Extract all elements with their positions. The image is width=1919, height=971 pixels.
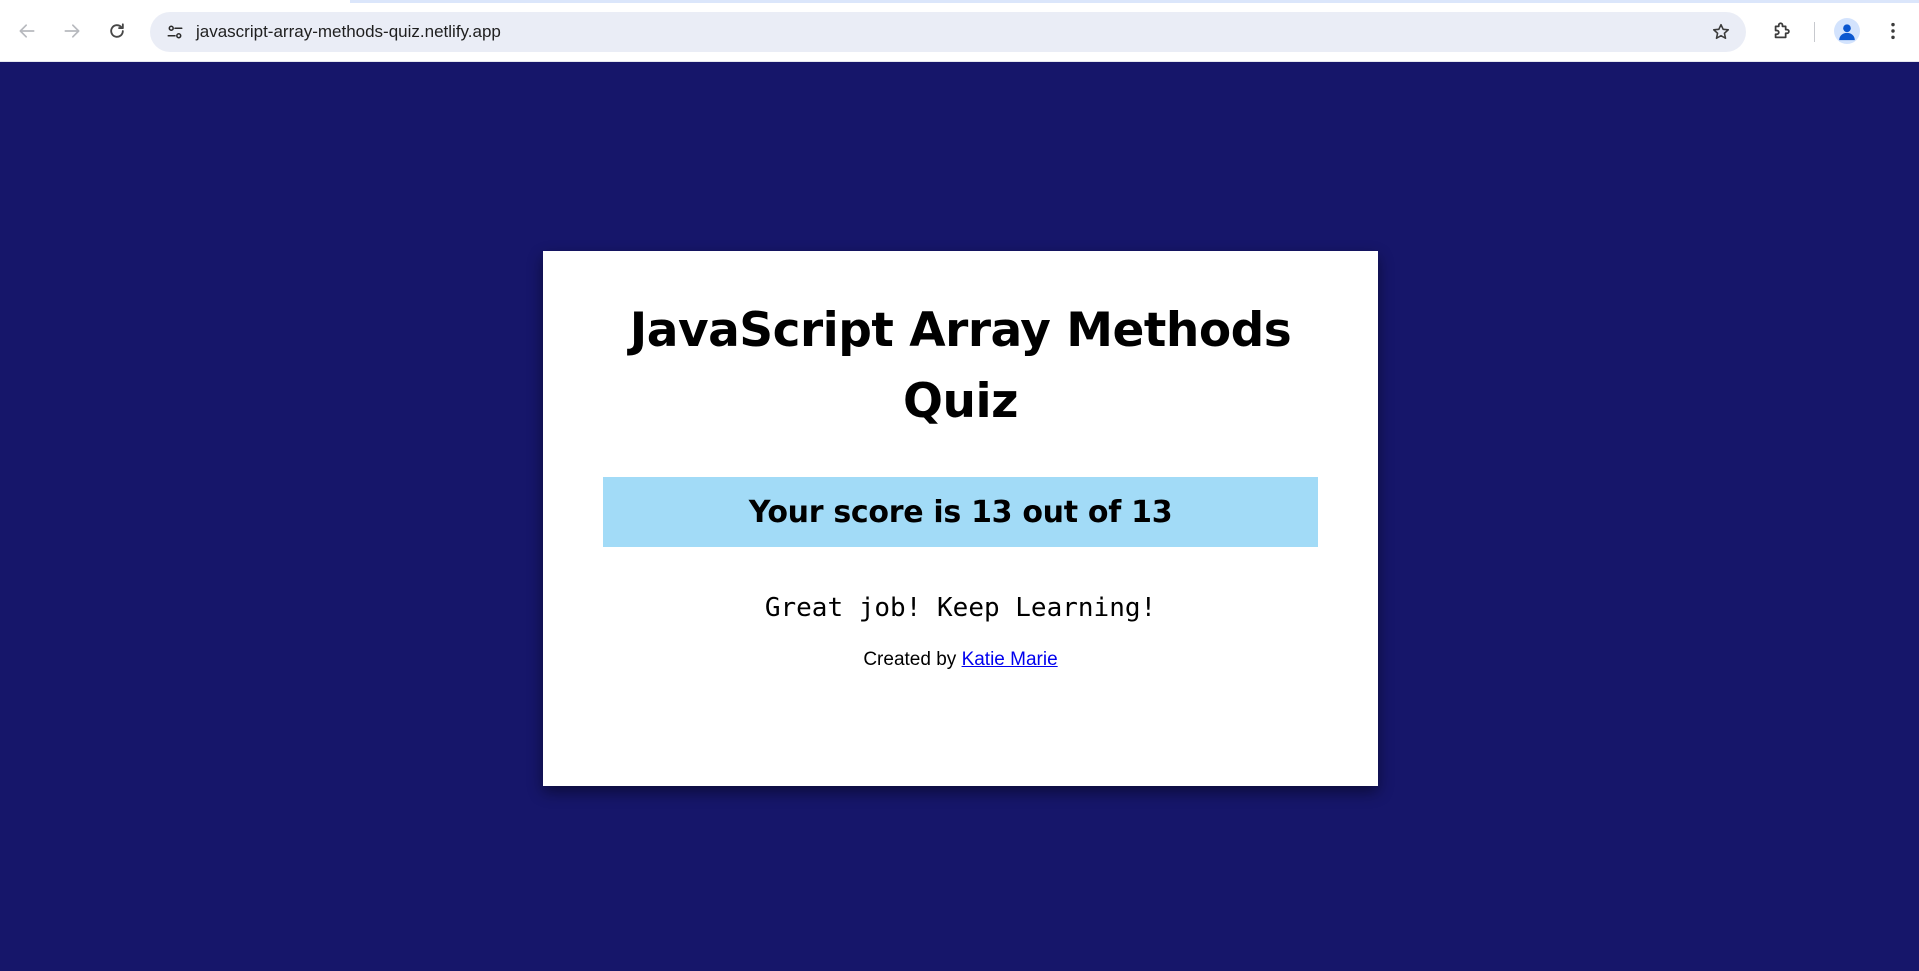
page-background: JavaScript Array Methods Quiz Your score… (0, 62, 1919, 971)
arrow-left-icon (17, 21, 37, 41)
bookmark-button[interactable] (1706, 17, 1736, 47)
extensions-button[interactable] (1765, 14, 1799, 48)
author-link[interactable]: Katie Marie (962, 649, 1058, 670)
tab-strip (0, 0, 1919, 3)
quiz-card: JavaScript Array Methods Quiz Your score… (543, 251, 1378, 786)
back-button[interactable] (10, 14, 44, 48)
browser-toolbar: javascript-array-methods-quiz.netlify.ap… (0, 0, 1919, 62)
score-banner: Your score is 13 out of 13 (603, 477, 1318, 547)
avatar-icon (1834, 18, 1860, 44)
puzzle-icon (1771, 20, 1793, 42)
quiz-title: JavaScript Array Methods Quiz (629, 303, 1292, 429)
tune-icon (166, 23, 184, 41)
forward-button[interactable] (55, 14, 89, 48)
credit-line: Created by Katie Marie (603, 649, 1318, 671)
url-text[interactable]: javascript-array-methods-quiz.netlify.ap… (196, 12, 501, 52)
credit-prefix: Created by (863, 649, 957, 670)
star-icon (1711, 22, 1731, 42)
address-bar[interactable]: javascript-array-methods-quiz.netlify.ap… (150, 12, 1746, 52)
score-text: Your score is 13 out of 13 (748, 494, 1173, 530)
reload-button[interactable] (100, 14, 134, 48)
profile-button[interactable] (1830, 14, 1864, 48)
arrow-right-icon (62, 21, 82, 41)
encouragement-message: Great job! Keep Learning! (764, 593, 1157, 623)
active-tab-edge (0, 0, 350, 3)
reload-icon (107, 21, 127, 41)
site-info-button[interactable] (160, 17, 190, 47)
toolbar-divider (1814, 22, 1815, 42)
kebab-menu-icon (1882, 20, 1904, 42)
browser-menu-button[interactable] (1876, 14, 1910, 48)
